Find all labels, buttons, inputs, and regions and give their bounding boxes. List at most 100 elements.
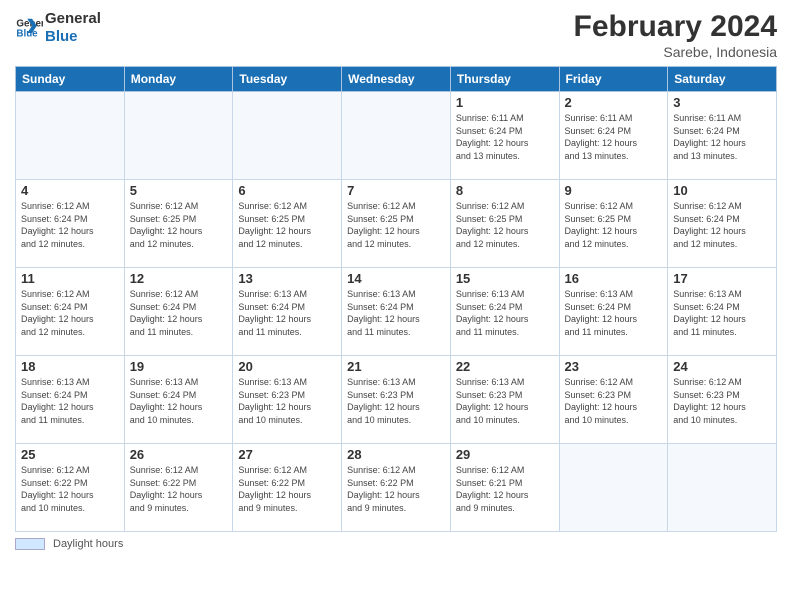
day-info: Sunrise: 6:12 AM Sunset: 6:25 PM Dayligh… xyxy=(456,200,554,250)
calendar-cell: 13 Sunrise: 6:13 AM Sunset: 6:24 PM Dayli… xyxy=(233,268,342,356)
calendar-cell: 6Sunrise: 6:12 AM Sunset: 6:25 PM Daylig… xyxy=(233,180,342,268)
day-info: Sunrise: 6:13 AM Sunset: 6:24 PM Dayligh… xyxy=(565,288,663,338)
page-container: General Blue General Blue February 2024 … xyxy=(0,0,792,612)
calendar-cell: 18Sunrise: 6:13 AM Sunset: 6:24 PM Dayli… xyxy=(16,356,125,444)
day-number: 1 xyxy=(456,95,554,110)
day-number: 3 xyxy=(673,95,771,110)
day-info: Sunrise: 6:12 AM Sunset: 6:21 PM Dayligh… xyxy=(456,464,554,514)
calendar-cell xyxy=(668,444,777,532)
calendar-cell: 17 Sunrise: 6:13 AM Sunset: 6:24 PM Dayli… xyxy=(668,268,777,356)
day-number: 5 xyxy=(130,183,228,198)
day-number: 23 xyxy=(565,359,663,374)
calendar-cell: 3 Sunrise: 6:11 AM Sunset: 6:24 PM Daylig… xyxy=(668,92,777,180)
calendar-week-3: 18Sunrise: 6:13 AM Sunset: 6:24 PM Dayli… xyxy=(16,356,777,444)
calendar-cell: 23Sunrise: 6:12 AM Sunset: 6:23 PM Dayli… xyxy=(559,356,668,444)
day-info: Sunrise: 6:12 AM Sunset: 6:24 PM Dayligh… xyxy=(673,200,771,250)
day-info: Sunrise: 6:12 AM Sunset: 6:24 PM Dayligh… xyxy=(21,288,119,338)
calendar-cell: 25Sunrise: 6:12 AM Sunset: 6:22 PM Dayli… xyxy=(16,444,125,532)
footer: Daylight hours xyxy=(15,538,777,550)
day-info: Sunrise: 6:11 AM Sunset: 6:24 PM Dayligh… xyxy=(565,112,663,162)
day-info: Sunrise: 6:13 AM Sunset: 6:23 PM Dayligh… xyxy=(347,376,445,426)
svg-text:Blue: Blue xyxy=(16,28,38,39)
calendar-cell: 5Sunrise: 6:12 AM Sunset: 6:25 PM Daylig… xyxy=(124,180,233,268)
calendar-cell: 12Sunrise: 6:12 AM Sunset: 6:24 PM Dayli… xyxy=(124,268,233,356)
day-number: 21 xyxy=(347,359,445,374)
weekday-header-row: SundayMondayTuesdayWednesdayThursdayFrid… xyxy=(16,67,777,92)
calendar-week-0: 1 Sunrise: 6:11 AM Sunset: 6:24 PM Daylig… xyxy=(16,92,777,180)
calendar-cell: 27Sunrise: 6:12 AM Sunset: 6:22 PM Dayli… xyxy=(233,444,342,532)
calendar-cell xyxy=(559,444,668,532)
day-number: 13 xyxy=(238,271,336,286)
day-number: 16 xyxy=(565,271,663,286)
calendar-cell xyxy=(233,92,342,180)
legend-label: Daylight hours xyxy=(53,538,123,550)
logo-general: General xyxy=(45,10,101,28)
calendar-cell: 15Sunrise: 6:13 AM Sunset: 6:24 PM Dayli… xyxy=(450,268,559,356)
calendar-cell: 29 Sunrise: 6:12 AM Sunset: 6:21 PM Dayli… xyxy=(450,444,559,532)
weekday-header-monday: Monday xyxy=(124,67,233,92)
day-number: 25 xyxy=(21,447,119,462)
calendar-cell xyxy=(124,92,233,180)
day-number: 28 xyxy=(347,447,445,462)
day-number: 4 xyxy=(21,183,119,198)
day-number: 19 xyxy=(130,359,228,374)
calendar-cell: 14 Sunrise: 6:13 AM Sunset: 6:24 PM Dayli… xyxy=(342,268,451,356)
day-number: 26 xyxy=(130,447,228,462)
logo: General Blue General Blue xyxy=(15,10,101,46)
calendar-cell: 19Sunrise: 6:13 AM Sunset: 6:24 PM Dayli… xyxy=(124,356,233,444)
calendar-table: SundayMondayTuesdayWednesdayThursdayFrid… xyxy=(15,66,777,532)
day-number: 10 xyxy=(673,183,771,198)
calendar-cell: 24 Sunrise: 6:12 AM Sunset: 6:23 PM Dayli… xyxy=(668,356,777,444)
calendar-cell: 4Sunrise: 6:12 AM Sunset: 6:24 PM Daylig… xyxy=(16,180,125,268)
day-number: 20 xyxy=(238,359,336,374)
weekday-header-sunday: Sunday xyxy=(16,67,125,92)
day-info: Sunrise: 6:11 AM Sunset: 6:24 PM Dayligh… xyxy=(673,112,771,162)
calendar-cell: 16 Sunrise: 6:13 AM Sunset: 6:24 PM Dayli… xyxy=(559,268,668,356)
calendar-cell: 8 Sunrise: 6:12 AM Sunset: 6:25 PM Daylig… xyxy=(450,180,559,268)
day-info: Sunrise: 6:12 AM Sunset: 6:23 PM Dayligh… xyxy=(673,376,771,426)
day-info: Sunrise: 6:12 AM Sunset: 6:25 PM Dayligh… xyxy=(238,200,336,250)
subtitle: Sarebe, Indonesia xyxy=(574,44,777,60)
logo-icon: General Blue xyxy=(15,14,43,42)
day-info: Sunrise: 6:12 AM Sunset: 6:22 PM Dayligh… xyxy=(238,464,336,514)
calendar-cell: 1 Sunrise: 6:11 AM Sunset: 6:24 PM Daylig… xyxy=(450,92,559,180)
day-number: 14 xyxy=(347,271,445,286)
day-number: 8 xyxy=(456,183,554,198)
day-number: 12 xyxy=(130,271,228,286)
day-info: Sunrise: 6:13 AM Sunset: 6:24 PM Dayligh… xyxy=(456,288,554,338)
day-number: 2 xyxy=(565,95,663,110)
calendar-cell: 2 Sunrise: 6:11 AM Sunset: 6:24 PM Daylig… xyxy=(559,92,668,180)
day-info: Sunrise: 6:13 AM Sunset: 6:24 PM Dayligh… xyxy=(673,288,771,338)
legend-box xyxy=(15,538,45,550)
day-number: 17 xyxy=(673,271,771,286)
calendar-cell: 10 Sunrise: 6:12 AM Sunset: 6:24 PM Dayli… xyxy=(668,180,777,268)
calendar-cell: 9 Sunrise: 6:12 AM Sunset: 6:25 PM Daylig… xyxy=(559,180,668,268)
day-info: Sunrise: 6:13 AM Sunset: 6:24 PM Dayligh… xyxy=(347,288,445,338)
calendar-cell: 22Sunrise: 6:13 AM Sunset: 6:23 PM Dayli… xyxy=(450,356,559,444)
header: General Blue General Blue February 2024 … xyxy=(15,10,777,60)
day-info: Sunrise: 6:11 AM Sunset: 6:24 PM Dayligh… xyxy=(456,112,554,162)
weekday-header-tuesday: Tuesday xyxy=(233,67,342,92)
calendar-cell: 7 Sunrise: 6:12 AM Sunset: 6:25 PM Daylig… xyxy=(342,180,451,268)
day-info: Sunrise: 6:12 AM Sunset: 6:25 PM Dayligh… xyxy=(565,200,663,250)
day-info: Sunrise: 6:12 AM Sunset: 6:22 PM Dayligh… xyxy=(347,464,445,514)
day-number: 9 xyxy=(565,183,663,198)
day-info: Sunrise: 6:12 AM Sunset: 6:25 PM Dayligh… xyxy=(347,200,445,250)
calendar-cell: 20Sunrise: 6:13 AM Sunset: 6:23 PM Dayli… xyxy=(233,356,342,444)
day-info: Sunrise: 6:13 AM Sunset: 6:24 PM Dayligh… xyxy=(238,288,336,338)
calendar-week-4: 25 Sunrise: 6:12 AM Sunset: 6:22 PM Dayli… xyxy=(16,444,777,532)
calendar-week-2: 11 Sunrise: 6:12 AM Sunset: 6:24 PM Dayli… xyxy=(16,268,777,356)
weekday-header-friday: Friday xyxy=(559,67,668,92)
day-number: 29 xyxy=(456,447,554,462)
day-number: 11 xyxy=(21,271,119,286)
title-block: February 2024 Sarebe, Indonesia xyxy=(574,10,777,60)
calendar-cell: 11 Sunrise: 6:12 AM Sunset: 6:24 PM Dayli… xyxy=(16,268,125,356)
weekday-header-saturday: Saturday xyxy=(668,67,777,92)
weekday-header-wednesday: Wednesday xyxy=(342,67,451,92)
calendar-week-1: 4 Sunrise: 6:12 AM Sunset: 6:24 PM Daylig… xyxy=(16,180,777,268)
weekday-header-thursday: Thursday xyxy=(450,67,559,92)
day-number: 7 xyxy=(347,183,445,198)
month-title: February 2024 xyxy=(574,10,777,44)
calendar-cell: 26Sunrise: 6:12 AM Sunset: 6:22 PM Dayli… xyxy=(124,444,233,532)
day-number: 24 xyxy=(673,359,771,374)
